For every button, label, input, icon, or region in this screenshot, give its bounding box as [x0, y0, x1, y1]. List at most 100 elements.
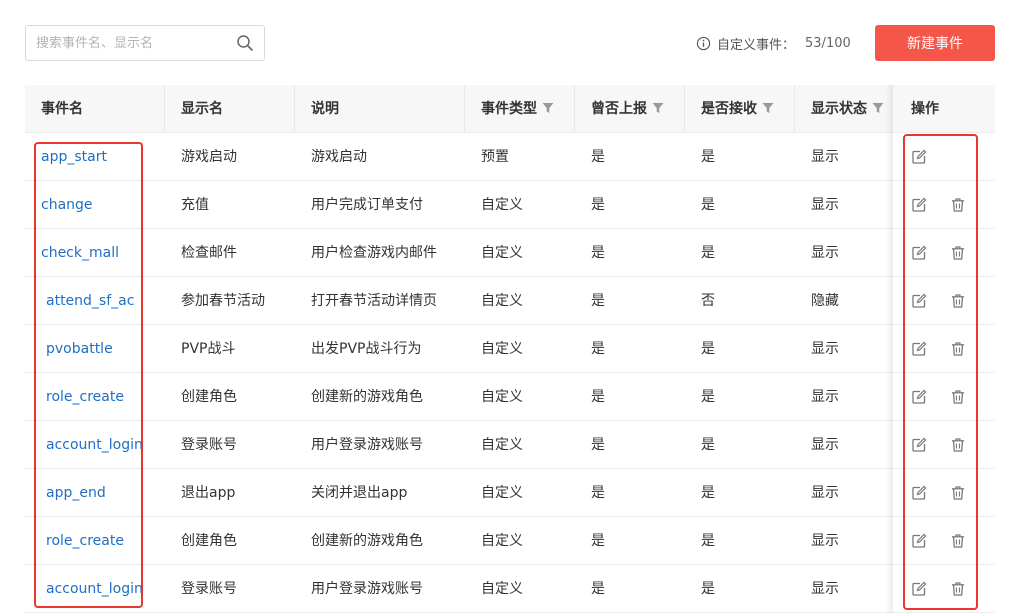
cell-reported-text: 是 [591, 437, 605, 453]
cell-reported-text: 是 [591, 581, 605, 597]
cell-display-status-text: 显示 [811, 245, 839, 261]
cell-description-text: 用户完成订单支付 [311, 197, 423, 213]
cell-event-type: 自定义 [465, 229, 575, 277]
fixed-column-shadow [885, 85, 893, 613]
column-header-event-type: 事件类型 [465, 85, 575, 133]
quota-count: 53/100 [805, 35, 851, 51]
cell-event-type-text: 自定义 [481, 437, 523, 453]
cell-event-type-text: 自定义 [481, 389, 523, 405]
cell-display-name: 检查邮件 [165, 229, 295, 277]
cell-event-type: 自定义 [465, 565, 575, 613]
cell-received-text: 否 [701, 293, 715, 309]
cell-display-name-text: 退出app [181, 485, 236, 501]
column-header-label: 是否接收 [701, 101, 757, 117]
cell-reported-text: 是 [591, 389, 605, 405]
cell-description-text: 用户检查游戏内邮件 [311, 245, 437, 261]
cell-description: 用户完成订单支付 [295, 181, 465, 229]
cell-reported-text: 是 [591, 197, 605, 213]
cell-event-type-text: 自定义 [481, 485, 523, 501]
cell-reported: 是 [575, 565, 685, 613]
column-header-label: 事件名 [41, 101, 83, 117]
cell-event-type-text: 自定义 [481, 245, 523, 261]
column-header-label: 显示名 [181, 101, 223, 117]
cell-display-name: 充值 [165, 181, 295, 229]
cell-reported: 是 [575, 421, 685, 469]
cell-display-name-text: 创建角色 [181, 389, 237, 405]
cell-display-status-text: 显示 [811, 533, 839, 549]
cell-description-text: 出发PVP战斗行为 [311, 341, 422, 357]
cell-event-type: 自定义 [465, 181, 575, 229]
cell-reported: 是 [575, 133, 685, 181]
cell-received-text: 是 [701, 341, 715, 357]
filter-icon[interactable] [762, 102, 774, 114]
cell-received-text: 是 [701, 437, 715, 453]
table-row: attend_sf_ac 参加春节活动 打开春节活动详情页 自定义是否隐藏 [25, 277, 995, 325]
column-header-label: 事件类型 [481, 101, 537, 117]
cell-display-name-text: 登录账号 [181, 437, 237, 453]
table-row: role_create 创建角色 创建新的游戏角色 自定义是是显示 [25, 373, 995, 421]
cell-event-type-text: 自定义 [481, 533, 523, 549]
filter-icon[interactable] [872, 102, 884, 114]
cell-received-text: 是 [701, 389, 715, 405]
cell-event-type-text: 自定义 [481, 293, 523, 309]
cell-event-type: 预置 [465, 133, 575, 181]
cell-event-type: 自定义 [465, 469, 575, 517]
cell-display-name-text: 创建角色 [181, 533, 237, 549]
table-row: pvobattle PVP战斗 出发PVP战斗行为 自定义是是显示 [25, 325, 995, 373]
cell-reported: 是 [575, 469, 685, 517]
cell-event-type: 自定义 [465, 325, 575, 373]
cell-display-name: 登录账号 [165, 565, 295, 613]
cell-display-name-text: 充值 [181, 197, 209, 213]
column-header-label: 说明 [311, 101, 339, 117]
cell-received: 是 [685, 469, 795, 517]
quota-label: 自定义事件： [717, 37, 796, 53]
cell-description: 游戏启动 [295, 133, 465, 181]
cell-display-name: 参加春节活动 [165, 277, 295, 325]
cell-description: 用户登录游戏账号 [295, 421, 465, 469]
table-row: check_mall 检查邮件 用户检查游戏内邮件 自定义是是显示 [25, 229, 995, 277]
cell-description-text: 用户登录游戏账号 [311, 437, 423, 453]
search-box[interactable] [25, 25, 265, 61]
cell-reported: 是 [575, 181, 685, 229]
cell-display-name: 登录账号 [165, 421, 295, 469]
table-row: account_login 登录账号 用户登录游戏账号 自定义是是显示 [25, 565, 995, 613]
info-icon [696, 36, 711, 50]
filter-icon[interactable] [542, 102, 554, 114]
cell-description-text: 用户登录游戏账号 [311, 581, 423, 597]
filter-icon[interactable] [652, 102, 664, 114]
cell-reported-text: 是 [591, 149, 605, 165]
column-header-label: 显示状态 [811, 101, 867, 117]
cell-description-text: 创建新的游戏角色 [311, 389, 423, 405]
cell-event-type-text: 预置 [481, 149, 509, 165]
cell-display-name: 游戏启动 [165, 133, 295, 181]
actions-highlight-box [903, 134, 978, 610]
search-icon[interactable] [236, 34, 254, 52]
cell-display-name: 创建角色 [165, 373, 295, 421]
cell-description: 用户登录游戏账号 [295, 565, 465, 613]
column-header-label: 曾否上报 [591, 101, 647, 117]
column-header-reported: 曾否上报 [575, 85, 685, 133]
new-event-button[interactable]: 新建事件 [875, 25, 995, 61]
cell-event-type: 自定义 [465, 277, 575, 325]
cell-received: 是 [685, 565, 795, 613]
search-input[interactable] [36, 26, 231, 60]
cell-reported: 是 [575, 517, 685, 565]
cell-display-name: 退出app [165, 469, 295, 517]
cell-display-name-text: 检查邮件 [181, 245, 237, 261]
column-header-received: 是否接收 [685, 85, 795, 133]
cell-event-type-text: 自定义 [481, 581, 523, 597]
cell-received: 是 [685, 517, 795, 565]
cell-received-text: 是 [701, 581, 715, 597]
cell-display-status-text: 显示 [811, 437, 839, 453]
cell-event-type-text: 自定义 [481, 341, 523, 357]
cell-reported: 是 [575, 325, 685, 373]
table-row: account_login 登录账号 用户登录游戏账号 自定义是是显示 [25, 421, 995, 469]
cell-received-text: 是 [701, 533, 715, 549]
column-header-actions: 操作 [893, 85, 995, 133]
cell-event-type: 自定义 [465, 373, 575, 421]
cell-description-text: 创建新的游戏角色 [311, 533, 423, 549]
cell-description: 创建新的游戏角色 [295, 517, 465, 565]
cell-description-text: 关闭并退出app [311, 485, 408, 501]
table-row: change 充值 用户完成订单支付 自定义是是显示 [25, 181, 995, 229]
custom-event-quota: 自定义事件： 53/100 [696, 34, 851, 53]
